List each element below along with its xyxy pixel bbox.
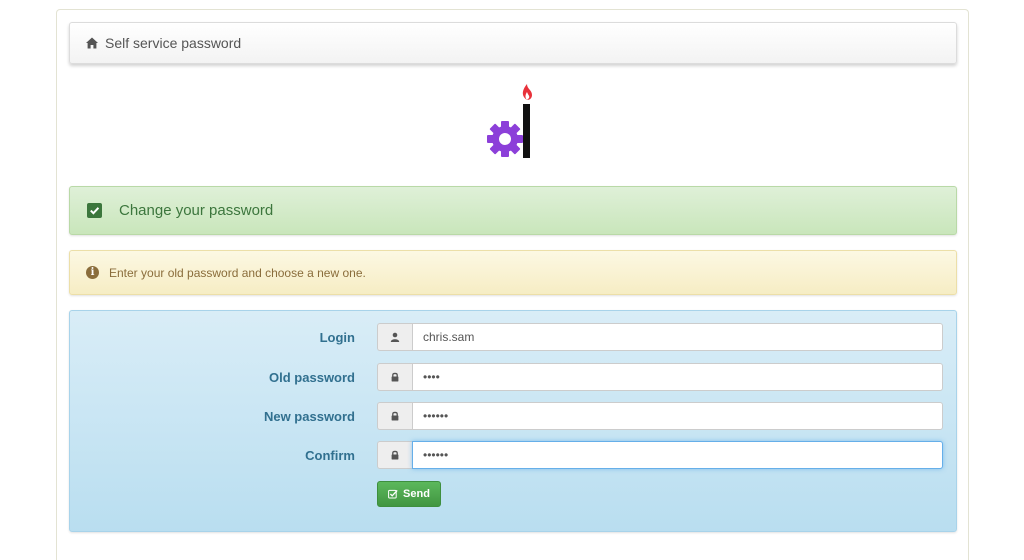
login-input[interactable] [412,323,943,351]
new-password-label: New password [263,408,355,424]
form-row-confirm: Confirm [70,441,956,469]
lock-icon [377,363,412,391]
warning-alert: i Enter your old password and choose a n… [69,250,957,295]
lock-icon [377,402,412,430]
alert-message: Enter your old password and choose a new… [109,265,366,280]
navbar: Self service password [69,22,957,64]
check-square-icon [388,489,398,499]
old-password-input[interactable] [412,363,943,391]
page-container: Self service password Change your passwo… [56,9,969,560]
lock-icon [377,441,412,469]
password-form: Login Old password [69,310,957,532]
form-row-new-password: New password [70,402,956,430]
new-password-input[interactable] [412,402,943,430]
send-button[interactable]: Send [377,481,441,507]
ltb-logo [485,82,545,164]
form-row-login: Login [70,323,956,351]
confirm-label: Confirm [305,447,355,463]
old-password-input-group [377,363,943,391]
info-circle-icon: i [86,266,99,279]
gear-icon [487,121,523,157]
send-button-label: Send [403,488,430,500]
alert-title: Change your password [119,202,274,219]
logo-bar [523,104,530,158]
new-password-input-group [377,402,943,430]
confirm-input[interactable] [412,441,943,469]
login-input-group [377,323,943,351]
success-alert: Change your password [69,186,957,235]
navbar-brand[interactable]: Self service password [105,35,241,51]
login-label: Login [319,329,355,345]
check-square-icon [87,203,102,218]
confirm-input-group [377,441,943,469]
user-icon [377,323,412,351]
old-password-label: Old password [269,369,355,385]
home-icon[interactable] [85,36,99,50]
form-row-old-password: Old password [70,363,956,391]
